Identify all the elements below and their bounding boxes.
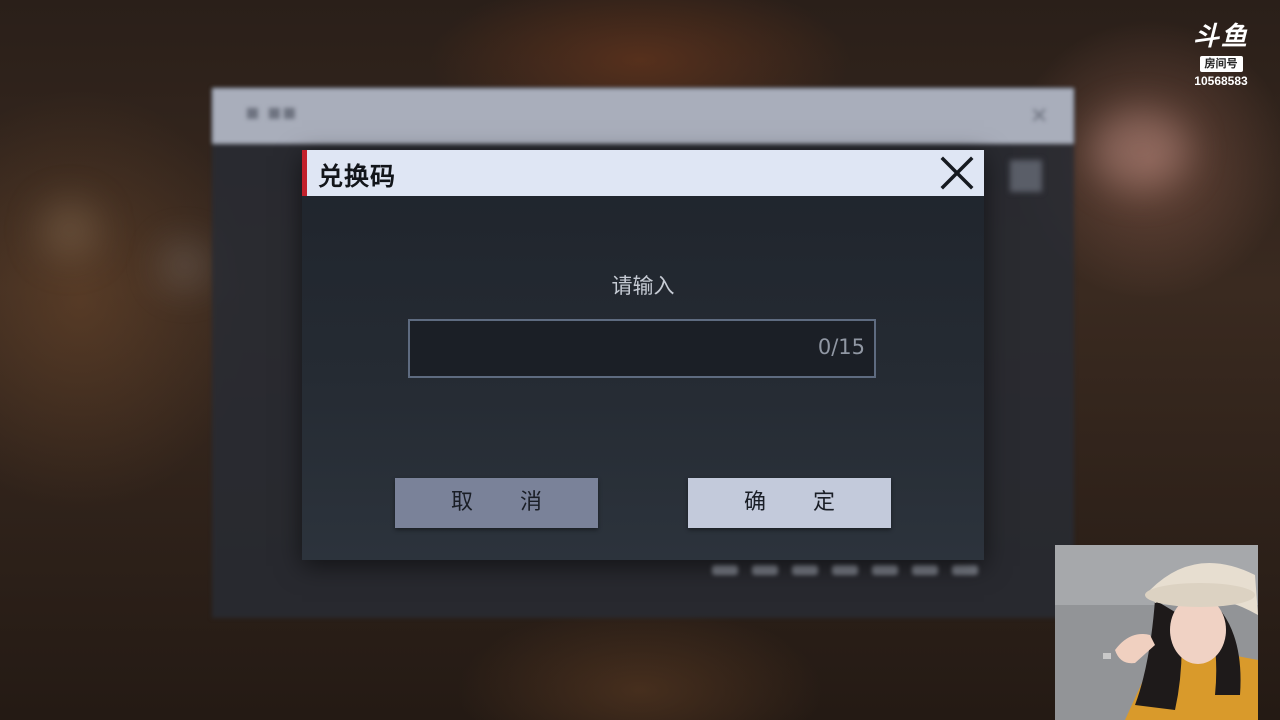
douyu-logo: 斗鱼 <box>1192 22 1249 52</box>
character-counter: 0/15 <box>817 335 865 359</box>
input-prompt: 请输入 <box>611 274 675 298</box>
background-close-icon: ✕ <box>1030 104 1049 129</box>
room-id: 10568583 <box>1194 74 1248 88</box>
close-icon <box>940 156 974 190</box>
background-panel-text <box>712 560 1022 576</box>
background-panel-icon <box>1010 160 1042 192</box>
background-panel-title: ▪ ▪▪ <box>245 100 297 125</box>
background-light <box>40 200 100 260</box>
confirm-button[interactable]: 确 定 <box>688 478 891 528</box>
background-panel-header <box>212 88 1074 144</box>
cancel-button[interactable]: 取 消 <box>395 478 598 528</box>
streamer-webcam <box>1055 545 1258 720</box>
background-light <box>160 240 210 290</box>
header-accent-bar <box>302 150 307 196</box>
streamer-image <box>1055 545 1258 720</box>
dialog-header: 兑换码 <box>302 150 984 196</box>
redeem-code-field[interactable]: 0/15 <box>408 319 876 378</box>
douyu-watermark: 斗鱼 房间号 10568583 <box>1186 22 1256 92</box>
redeem-code-input[interactable] <box>410 321 790 376</box>
redeem-code-dialog: 兑换码 请输入 0/15 取 消 确 定 <box>302 150 984 560</box>
dialog-title: 兑换码 <box>318 162 397 191</box>
background-light <box>1090 110 1190 190</box>
room-label: 房间号 <box>1199 56 1243 72</box>
close-button[interactable] <box>938 154 976 192</box>
